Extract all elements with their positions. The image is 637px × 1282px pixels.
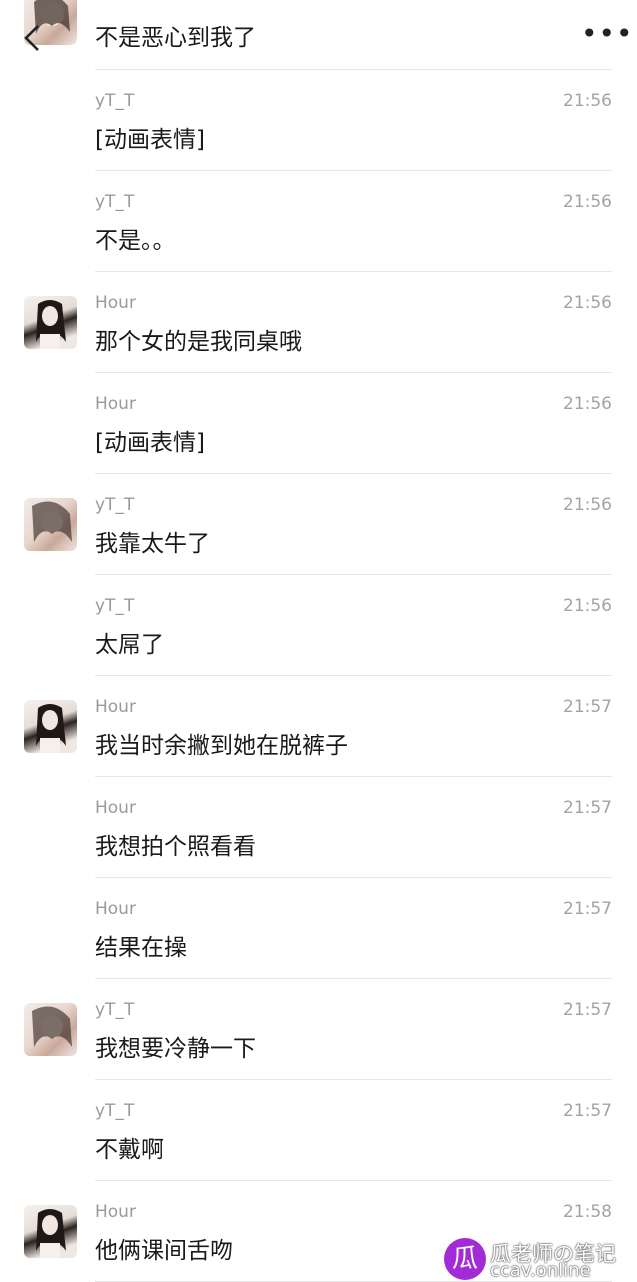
message-time: 21:56 [563, 293, 612, 313]
message-row[interactable]: Hour 21:57 我想拍个照看看 [0, 777, 637, 878]
message-text: 我想要冷静一下 [95, 1036, 256, 1062]
avatar[interactable] [24, 498, 77, 551]
sender-name: yT_T [95, 1000, 135, 1020]
message-time: 21:56 [563, 394, 612, 414]
avatar[interactable] [24, 1003, 77, 1056]
message-row[interactable]: Hour 21:56 [动画表情] [0, 373, 637, 474]
message-row[interactable]: yT_T 21:56 不是。。 [0, 171, 637, 272]
message-row[interactable]: yT_T 21:56 我靠太牛了 [0, 474, 637, 575]
message-time: 21:57 [563, 899, 612, 919]
watermark: 瓜 瓜老师の笔记 ccav.online [444, 1238, 634, 1281]
avatar[interactable] [24, 700, 77, 753]
watermark-subtitle: ccav.online [490, 1260, 591, 1281]
sender-name: Hour [95, 394, 136, 414]
message-row[interactable]: yT_T 21:56 [动画表情] [0, 70, 637, 171]
sender-name: Hour [95, 798, 136, 818]
message-text: 我想拍个照看看 [95, 834, 256, 860]
sender-name: Hour [95, 293, 136, 313]
message-text: 那个女的是我同桌哦 [95, 329, 302, 355]
message-text: 不是恶心到我了 [95, 25, 256, 51]
message-text: [动画表情] [95, 127, 205, 153]
message-text: 我靠太牛了 [95, 531, 210, 557]
message-time: 21:56 [563, 596, 612, 616]
chevron-left-icon[interactable] [22, 24, 42, 52]
message-time: 21:57 [563, 1101, 612, 1121]
more-dots-icon[interactable]: ••• [581, 20, 633, 48]
message-row[interactable]: yT_T 21:57 不戴啊 [0, 1080, 637, 1181]
message-text: 不是。。 [95, 228, 176, 254]
message-text: [动画表情] [95, 430, 205, 456]
message-row[interactable]: Hour 21:57 我当时余撇到她在脱裤子 [0, 676, 637, 777]
message-row[interactable]: yT_T 21:56 太屌了 [0, 575, 637, 676]
message-time: 21:58 [563, 1202, 612, 1222]
message-time: 21:57 [563, 1000, 612, 1020]
sender-name: Hour [95, 1202, 136, 1222]
message-text: 结果在操 [95, 935, 187, 961]
message-time: 21:56 [563, 192, 612, 212]
message-time: 21:56 [563, 495, 612, 515]
message-text: 不戴啊 [95, 1137, 164, 1163]
sender-name: yT_T [95, 495, 135, 515]
sender-name: yT_T [95, 192, 135, 212]
message-text: 太屌了 [95, 632, 164, 658]
sender-name: yT_T [95, 91, 135, 111]
message-row[interactable]: Hour 21:56 那个女的是我同桌哦 [0, 272, 637, 373]
message-time: 21:56 [563, 91, 612, 111]
sender-name: Hour [95, 697, 136, 717]
message-time: 21:57 [563, 697, 612, 717]
sender-name: yT_T [95, 1101, 135, 1121]
message-row[interactable]: Hour 21:57 结果在操 [0, 878, 637, 979]
watermark-logo: 瓜 [444, 1238, 486, 1280]
sender-name: yT_T [95, 596, 135, 616]
message-row[interactable]: yT_T 21:57 我想要冷静一下 [0, 979, 637, 1080]
message-text: 他俩课间舌吻 [95, 1238, 233, 1264]
sender-name: Hour [95, 899, 136, 919]
top-bar: 不是恶心到我了 ••• [0, 0, 637, 70]
avatar[interactable] [24, 296, 77, 349]
message-time: 21:57 [563, 798, 612, 818]
message-text: 我当时余撇到她在脱裤子 [95, 733, 348, 759]
avatar[interactable] [24, 1205, 77, 1258]
